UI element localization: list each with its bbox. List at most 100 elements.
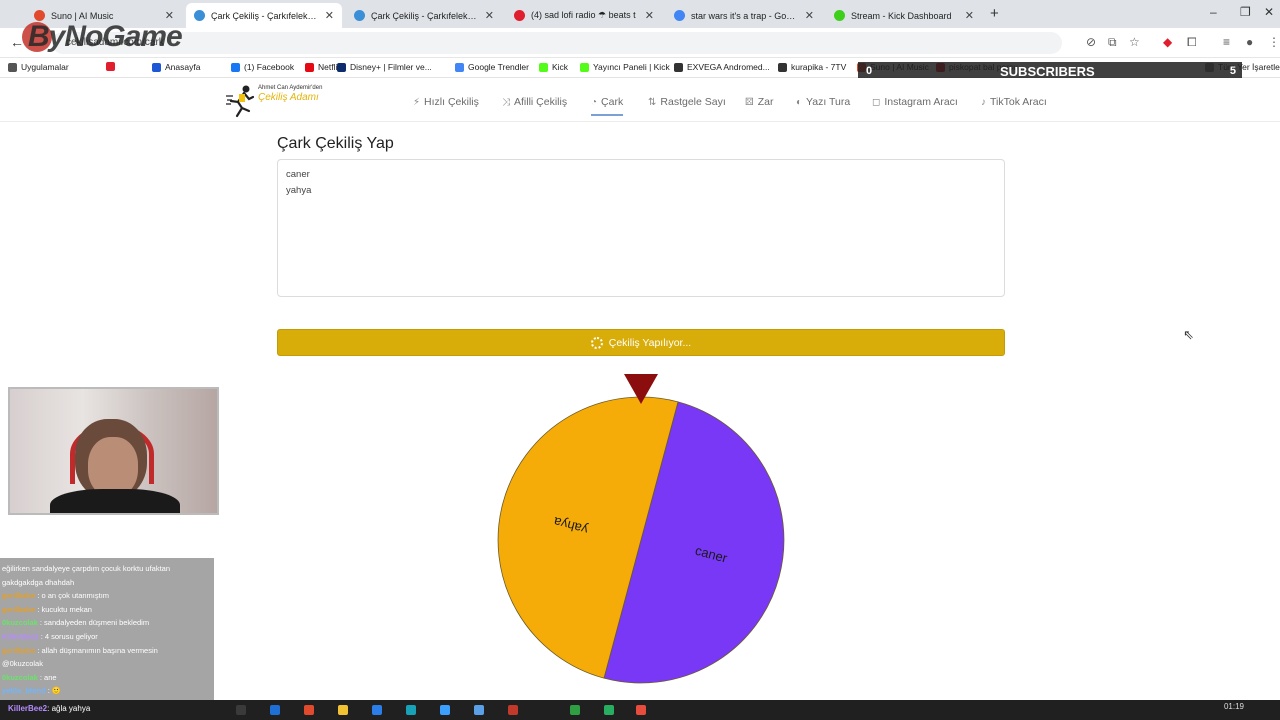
chat-username: 0kuzcolak <box>2 672 38 682</box>
taskbar-app-icon[interactable] <box>474 705 484 715</box>
bookmark-label: Kick <box>552 62 569 72</box>
menu-dots-icon[interactable]: ⋮ <box>1268 35 1280 49</box>
taskbar-app-icon[interactable] <box>372 705 382 715</box>
nav-link-instagram[interactable]: ◻ Instagram Aracı <box>872 96 958 108</box>
webcam-overlay <box>8 387 219 515</box>
prize-wheel[interactable]: caner yahya <box>490 370 790 690</box>
chat-message: gerilbabe: kucuktu mekan <box>2 603 212 617</box>
browser-tab[interactable]: (4) sad lofi radio ☂ beats t ✕ <box>506 3 662 28</box>
streamer-body <box>50 489 180 513</box>
bookmark-label: Disney+ | Filmler ve... <box>350 62 432 72</box>
minimize-window-icon[interactable]: – <box>1210 5 1217 19</box>
bookmark-favicon-icon <box>305 62 314 72</box>
nav-link-pie-chart[interactable]: ◔ Çark <box>591 96 624 116</box>
new-tab-button[interactable]: + <box>990 5 999 22</box>
bookmark-item[interactable]: EXVEGA Andromed... <box>674 62 770 72</box>
running-man-logo-icon[interactable] <box>225 84 255 118</box>
nav-link-dice[interactable]: ⚄ Zar <box>745 96 773 108</box>
name-entry: caner <box>286 169 310 180</box>
logo-title[interactable]: Çekiliş Adamı <box>258 92 319 103</box>
bookmark-item[interactable]: kurapika - 7TV <box>778 62 846 72</box>
tab-favicon-icon <box>514 10 525 21</box>
tab-close-icon[interactable]: ✕ <box>645 9 654 22</box>
chat-message: eğilirken sandalyeye çarpdım çocuk korkt… <box>2 562 212 576</box>
draw-button[interactable]: Çekiliş Yapılıyor... <box>277 329 1005 356</box>
tab-close-icon[interactable]: ✕ <box>965 9 974 22</box>
taskbar-app-icon[interactable] <box>604 705 614 715</box>
instagram-icon: ◻ <box>872 96 881 108</box>
taskbar-app-icon[interactable] <box>236 705 246 715</box>
taskbar-app-icon[interactable] <box>570 705 580 715</box>
browser-tab[interactable]: Çark Çekiliş - Çarkıfelek - Hı ✕ <box>186 3 342 28</box>
bookmark-favicon-icon <box>455 62 464 72</box>
chat-message: gakdgakdga dhahdah <box>2 576 212 590</box>
tab-title: Suno | AI Music <box>51 10 114 21</box>
tab-title: Çark Çekiliş - Çarkıfelek - Hızlı <box>371 10 479 21</box>
chat-message: 0kuzcolak: ane <box>2 671 212 685</box>
tab-close-icon[interactable]: ✕ <box>325 9 334 22</box>
taskbar-app-icon[interactable] <box>270 705 280 715</box>
bookmark-favicon-icon <box>106 62 115 71</box>
chat-text: : o an çok utanmıştım <box>37 591 110 601</box>
bookmark-item[interactable]: Disney+ | Filmler ve... <box>337 62 432 72</box>
tab-close-icon[interactable]: ✕ <box>805 9 814 22</box>
address-bar[interactable]: cekilisadami.com/cark <box>52 32 1062 54</box>
close-window-icon[interactable]: ✕ <box>1264 5 1274 19</box>
nav-link-label: Rastgele Sayı <box>660 96 726 108</box>
browser-tab[interactable]: star wars it's a trap - Google'da ✕ <box>666 3 822 28</box>
bookmark-favicon-icon <box>674 62 683 72</box>
bookmark-item[interactable]: Kick <box>539 62 568 72</box>
loading-spinner-icon <box>590 336 603 349</box>
taskbar-app-icon[interactable] <box>304 705 314 715</box>
tab-title: star wars it's a trap - Google'da <box>691 10 799 21</box>
restore-window-icon[interactable]: ❐ <box>1240 5 1251 19</box>
nav-link-shuffle[interactable]: ⤨ Afilli Çekiliş <box>502 96 567 108</box>
nav-link-tiktok[interactable]: ♪ TikTok Aracı <box>981 96 1047 108</box>
shuffle-icon: ⤨ <box>502 96 510 108</box>
coin-icon: ◐ <box>796 96 803 108</box>
mouse-cursor-icon: ⇖ <box>1183 327 1194 342</box>
taskbar-clock: 01:19 <box>1223 702 1244 711</box>
bookmark-item[interactable]: (1) Facebook <box>231 62 294 72</box>
bookmark-item[interactable]: Yayıncı Paneli | Kick <box>580 62 670 72</box>
browser-toolbar: ← cekilisadami.com/cark ⊘ ⧉ ☆ ◆ ⧠ ≡ ● ⋮ <box>0 28 1280 58</box>
puzzle-icon[interactable]: ⧠ <box>1187 35 1197 50</box>
subscribers-label: SUBSCRIBERS <box>1000 64 1095 79</box>
bookmark-label: Anasayfa <box>165 62 201 72</box>
taskbar-app-icon[interactable] <box>338 705 348 715</box>
bookmark-item[interactable] <box>106 62 119 71</box>
bookmark-item[interactable]: Uygulamalar <box>8 62 69 72</box>
chat-text: : 🙂 <box>47 686 62 696</box>
chat-text: @0kuzcolak <box>2 659 43 669</box>
nav-link-sort-numbers[interactable]: ⇅ Rastgele Sayı <box>648 96 726 108</box>
taskbar-app-icon[interactable] <box>508 705 518 715</box>
tab-favicon-icon <box>194 10 205 21</box>
chat-message: yelda_blond: 🙂 <box>2 684 212 698</box>
taskbar-app-icon[interactable] <box>636 705 646 715</box>
cast-icon[interactable]: ⧉ <box>1108 35 1117 50</box>
browser-tab[interactable]: Çark Çekiliş - Çarkıfelek - Hızlı ✕ <box>346 3 502 28</box>
taskbar-app-icon[interactable] <box>440 705 450 715</box>
tab-close-icon[interactable]: ✕ <box>485 9 494 22</box>
profile-avatar-icon[interactable]: ● <box>1246 35 1253 49</box>
chat-text: : 4 sorusu geliyor <box>40 631 98 641</box>
chat-message: @0kuzcolak <box>2 657 212 671</box>
bookmark-item[interactable]: Google Trendler <box>455 62 529 72</box>
name-entry: yahya <box>286 185 312 196</box>
streamer-face <box>88 437 138 497</box>
bookmark-item[interactable]: Anasayfa <box>152 62 200 72</box>
nav-link-bolt[interactable]: ⚡ Hızlı Çekiliş <box>413 96 479 108</box>
taskbar-app-icon[interactable] <box>406 705 416 715</box>
media-icon[interactable]: ≡ <box>1223 35 1230 49</box>
extension-icon[interactable]: ◆ <box>1163 35 1172 49</box>
chat-text: gakdgakdga dhahdah <box>2 577 75 587</box>
bookmark-label: Google Trendler <box>468 62 529 72</box>
star-icon[interactable]: ☆ <box>1129 35 1140 49</box>
bookmark-label: Yayıncı Paneli | Kick <box>593 62 670 72</box>
chat-message: gerilbabe: allah düşmanımın başına verme… <box>2 644 212 658</box>
names-textarea[interactable]: caner yahya <box>277 159 1005 297</box>
nav-link-label: Afilli Çekiliş <box>514 96 568 108</box>
browser-tab[interactable]: Stream - Kick Dashboard ✕ <box>826 3 982 28</box>
mute-icon[interactable]: ⊘ <box>1086 35 1096 49</box>
nav-link-coin[interactable]: ◐ Yazı Tura <box>796 96 850 108</box>
